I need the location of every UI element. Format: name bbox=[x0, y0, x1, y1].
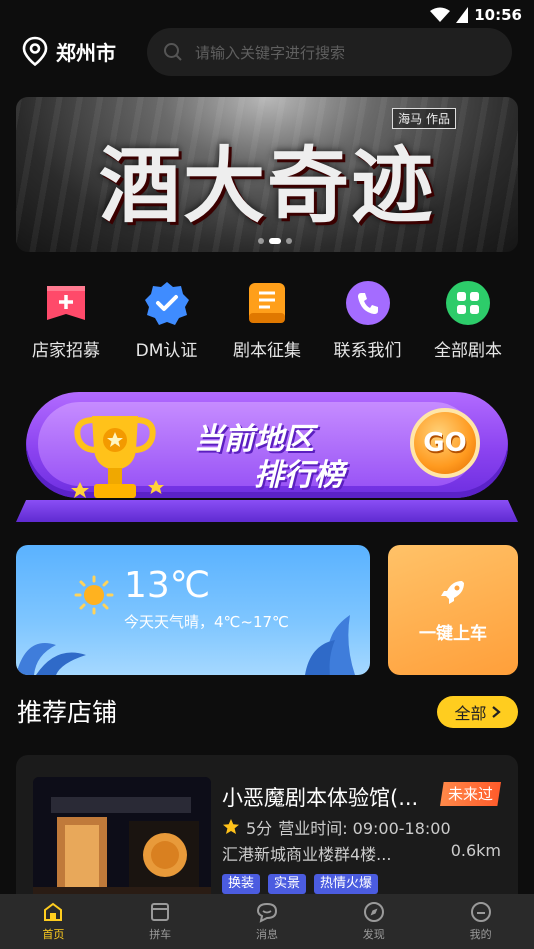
banner-dot-active bbox=[269, 238, 281, 244]
store-distance: 0.6km bbox=[450, 841, 501, 860]
quick-menu: 店家招募 DM认证 剧本征集 联系我们 全部剧本 bbox=[16, 280, 518, 361]
tab-home[interactable]: 首页 bbox=[0, 894, 107, 949]
tab-discover[interactable]: 发现 bbox=[320, 894, 427, 949]
store-rating-row: 5分 营业时间: 09:00-18:00 bbox=[222, 815, 451, 839]
store-rating: 5分 bbox=[246, 819, 273, 838]
verified-badge-icon bbox=[144, 280, 190, 326]
weather-card: 13℃ 今天天气晴，4℃~17℃ bbox=[16, 545, 370, 675]
banner-dot bbox=[286, 238, 292, 244]
phone-icon bbox=[345, 280, 391, 326]
store-tags: 换装 实景 热情火爆 bbox=[222, 874, 379, 894]
tab-label: 发现 bbox=[362, 928, 385, 941]
banner-dot bbox=[258, 238, 264, 244]
promo-banner[interactable]: 酒大奇迹 海马 作品 bbox=[16, 97, 518, 252]
store-card[interactable]: 小恶魔剧本体验馆(... 未来过 5分 营业时间: 09:00-18:00 汇港… bbox=[16, 755, 518, 915]
store-tag: 热情火爆 bbox=[314, 874, 379, 894]
quick-label: 剧本征集 bbox=[233, 341, 301, 361]
battery-icon bbox=[456, 7, 469, 23]
ranking-title-line2: 排行榜 bbox=[254, 458, 344, 493]
view-all-button[interactable]: 全部 bbox=[437, 696, 518, 728]
tab-label: 我的 bbox=[469, 928, 492, 941]
discover-icon bbox=[363, 902, 384, 922]
section-title: 推荐店铺 bbox=[17, 698, 118, 727]
view-all-label: 全部 bbox=[454, 704, 487, 723]
quick-label: 店家招募 bbox=[32, 341, 100, 361]
quick-item-all-scripts[interactable]: 全部剧本 bbox=[418, 280, 518, 361]
banner-tag: 海马 作品 bbox=[392, 108, 456, 129]
grid-apps-icon bbox=[445, 280, 491, 326]
bottom-tab-bar: 首页 拼车 消息 发现 我的 bbox=[0, 894, 534, 949]
tab-profile[interactable]: 我的 bbox=[427, 894, 534, 949]
status-bar: 10:56 bbox=[0, 0, 534, 30]
leaf-decoration-icon bbox=[305, 615, 355, 675]
ranking-banner[interactable]: 当前地区 排行榜 GO bbox=[16, 392, 518, 522]
city-selector[interactable]: 郑州市 bbox=[22, 36, 116, 66]
search-icon bbox=[164, 43, 182, 61]
tab-label: 拼车 bbox=[149, 928, 172, 941]
home-icon bbox=[44, 902, 63, 921]
tab-carpool[interactable]: 拼车 bbox=[107, 894, 214, 949]
quick-board-button[interactable]: 一键上车 bbox=[388, 545, 518, 675]
store-name: 小恶魔剧本体验馆(... bbox=[222, 786, 419, 810]
quick-item-contact[interactable]: 联系我们 bbox=[318, 280, 418, 361]
city-label: 郑州市 bbox=[56, 40, 116, 65]
weather-description: 今天天气晴，4℃~17℃ bbox=[124, 613, 289, 631]
header: 郑州市 请输入关键字进行搜索 bbox=[0, 27, 534, 76]
search-input[interactable]: 请输入关键字进行搜索 bbox=[147, 28, 512, 76]
script-book-icon bbox=[244, 280, 290, 326]
carpool-icon bbox=[151, 903, 170, 921]
tab-label: 消息 bbox=[255, 928, 278, 941]
store-address: 汇港新城商业楼群4楼... bbox=[222, 845, 392, 864]
quick-item-script-collect[interactable]: 剧本征集 bbox=[217, 280, 317, 361]
chevron-right-icon bbox=[491, 706, 501, 718]
status-time: 10:56 bbox=[474, 6, 522, 24]
store-visit-badge: 未来过 bbox=[440, 782, 502, 806]
trophy-icon bbox=[71, 416, 164, 498]
quick-item-dm-verify[interactable]: DM认证 bbox=[117, 280, 217, 361]
store-tag: 换装 bbox=[222, 874, 261, 894]
quick-label: 全部剧本 bbox=[434, 341, 502, 361]
location-pin-icon bbox=[22, 36, 48, 66]
banner-title: 酒大奇迹 bbox=[98, 138, 435, 234]
ranking-go-button[interactable]: GO bbox=[410, 408, 480, 478]
quick-label: DM认证 bbox=[135, 341, 198, 361]
sun-icon bbox=[74, 575, 114, 615]
leaf-decoration-icon bbox=[16, 643, 86, 675]
search-placeholder: 请输入关键字进行搜索 bbox=[195, 43, 346, 62]
tab-messages[interactable]: 消息 bbox=[214, 894, 321, 949]
wifi-icon bbox=[430, 7, 451, 22]
banner-pagination bbox=[258, 238, 292, 244]
quick-board-label: 一键上车 bbox=[419, 623, 487, 644]
profile-icon bbox=[470, 902, 491, 922]
store-recruit-icon bbox=[43, 280, 89, 326]
message-icon bbox=[256, 902, 277, 923]
star-icon bbox=[223, 819, 239, 834]
tab-label: 首页 bbox=[42, 928, 65, 941]
weather-temperature: 13℃ bbox=[124, 565, 211, 606]
store-hours: 营业时间: 09:00-18:00 bbox=[278, 819, 451, 838]
store-tag: 实景 bbox=[268, 874, 307, 894]
quick-item-store-recruit[interactable]: 店家招募 bbox=[16, 280, 116, 361]
quick-label: 联系我们 bbox=[333, 341, 402, 361]
rocket-icon bbox=[441, 580, 464, 604]
